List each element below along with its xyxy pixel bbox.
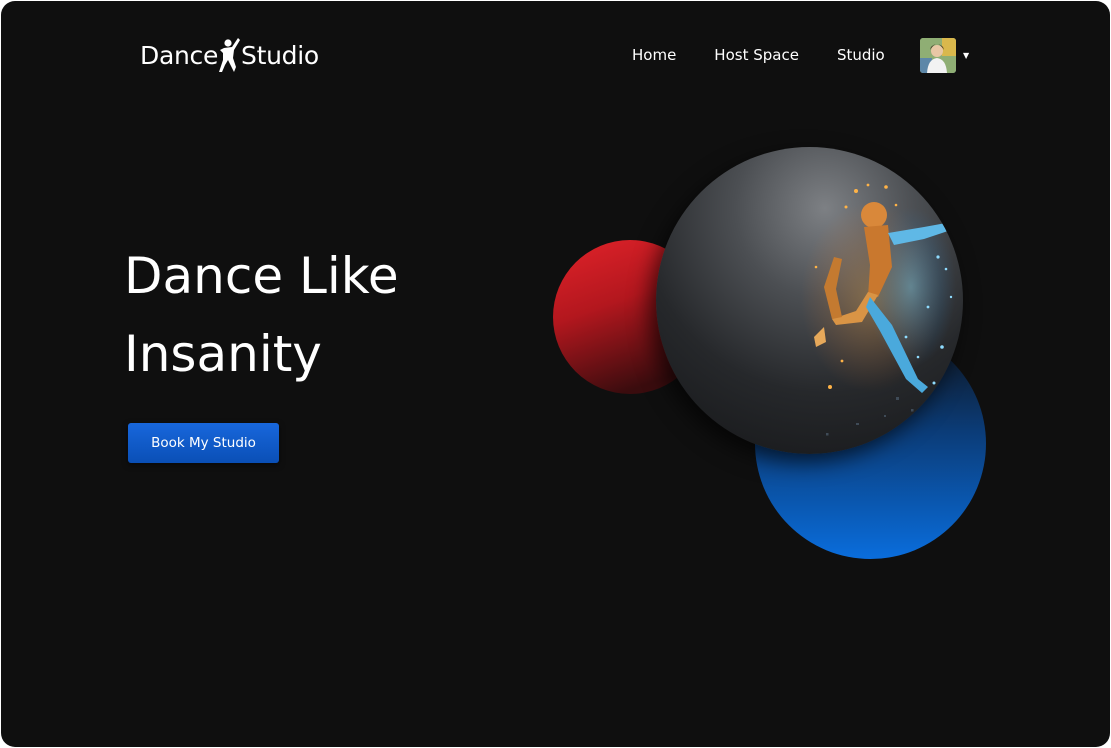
brand-logo[interactable]: Dance Studio <box>140 35 319 75</box>
caret-down-icon[interactable]: ▼ <box>963 51 969 60</box>
brand-name-part1: Dance <box>140 40 219 70</box>
hero-title-line2: Insanity <box>124 325 322 383</box>
user-avatar[interactable] <box>920 38 956 73</box>
user-menu[interactable]: ▼ <box>920 38 969 73</box>
book-my-studio-button[interactable]: Book My Studio <box>128 423 279 463</box>
hero-title: Dance Like Insanity <box>124 237 524 393</box>
nav-item-studio[interactable]: Studio <box>837 46 885 64</box>
dancer-icon <box>219 36 241 74</box>
nav-item-host-space[interactable]: Host Space <box>714 46 799 64</box>
brand-name-part2: Studio <box>241 40 319 70</box>
main-nav: Home Host Space Studio <box>632 43 885 67</box>
dancer-photo <box>656 147 963 454</box>
hero-title-line1: Dance Like <box>124 247 399 305</box>
page-frame: Dance Studio Home Host Space Studio ▼ Da… <box>1 1 1110 747</box>
nav-item-home[interactable]: Home <box>632 46 676 64</box>
